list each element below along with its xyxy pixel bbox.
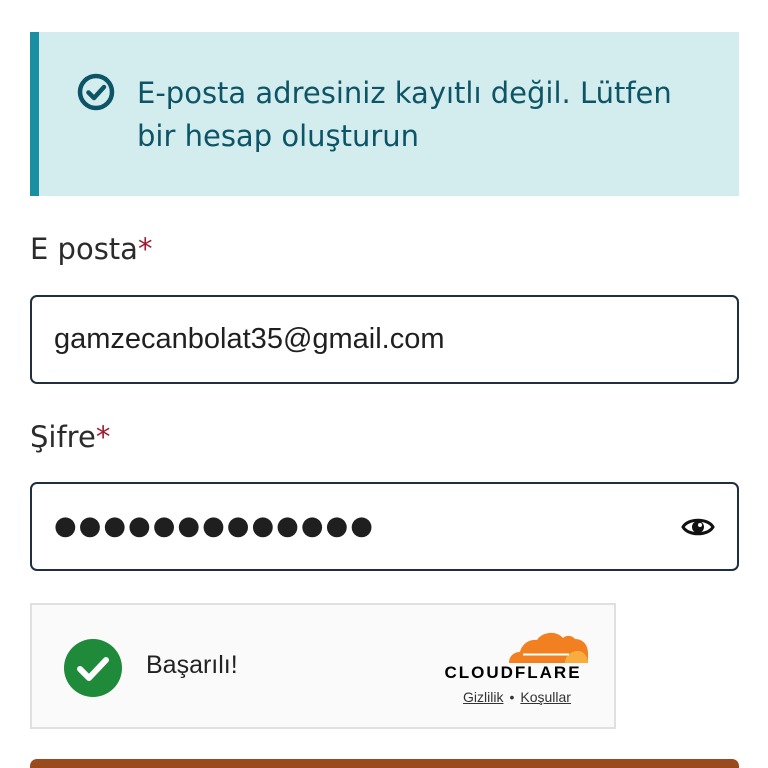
success-check-icon (64, 639, 122, 697)
login-page: E-posta adresiniz kayıtlı değil. Lütfen … (0, 0, 768, 768)
cloudflare-logo-icon (509, 632, 588, 663)
captcha-status: Başarılı! (146, 651, 238, 679)
cloudflare-turnstile: Başarılı! CLOUDFLARE Gizlilik • Koşullar (30, 603, 616, 729)
password-label-text: Şifre (30, 420, 96, 454)
required-mark: * (95, 420, 111, 454)
terms-link[interactable]: Koşullar (520, 689, 571, 705)
captcha-links: Gizlilik • Koşullar (444, 689, 590, 705)
password-value: ●●●●●●●●●●●●● (54, 511, 375, 541)
email-field[interactable]: gamzecanbolat35@gmail.com (30, 295, 739, 384)
cloudflare-wordmark: CLOUDFLARE (444, 663, 582, 682)
privacy-link[interactable]: Gizlilik (463, 689, 503, 705)
submit-button[interactable] (30, 759, 739, 768)
link-separator: • (509, 689, 515, 705)
email-value: gamzecanbolat35@gmail.com (54, 323, 445, 355)
email-label: E posta* (30, 232, 152, 266)
password-field[interactable]: ●●●●●●●●●●●●● (30, 482, 739, 571)
email-label-text: E posta (30, 232, 138, 266)
check-circle-icon (77, 73, 115, 111)
eye-icon[interactable] (681, 510, 715, 544)
required-mark: * (137, 232, 153, 266)
info-alert: E-posta adresiniz kayıtlı değil. Lütfen … (30, 32, 739, 196)
password-label: Şifre* (30, 420, 110, 454)
alert-message: E-posta adresiniz kayıtlı değil. Lütfen … (137, 76, 672, 153)
